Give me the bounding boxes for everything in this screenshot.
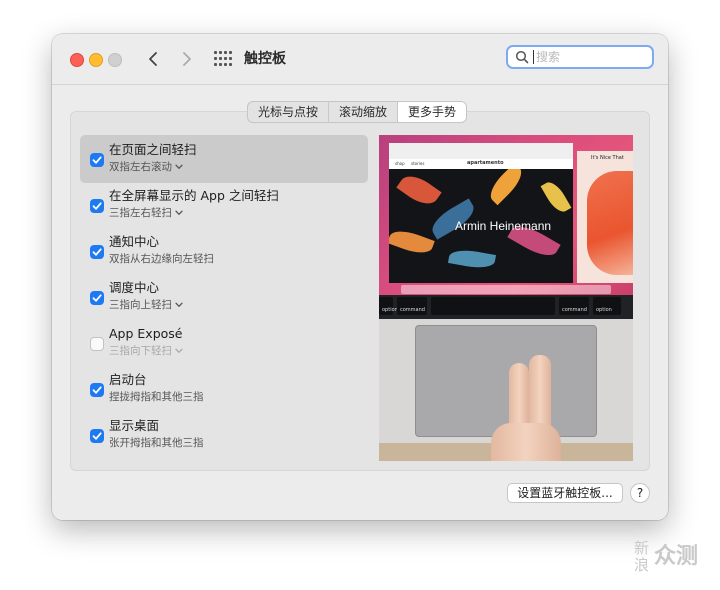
checkmark-icon <box>92 386 102 394</box>
gesture-name: 调度中心 <box>109 280 160 295</box>
trackpad-preferences-window: 触控板 搜索 在页面之间轻扫 双指左右滚动 在全屏幕显示的 App 之间轻扫 三指左右… <box>52 34 668 520</box>
gesture-name: 在全屏幕显示的 App 之间轻扫 <box>109 188 279 203</box>
key-command-left: command <box>397 297 427 315</box>
tab-bar: 光标与点按 滚动缩放 更多手势 <box>247 101 468 123</box>
gesture-checkbox[interactable] <box>90 383 104 397</box>
watermark-part2: 众测 <box>654 544 699 569</box>
set-up-bluetooth-trackpad-button[interactable]: 设置蓝牙触控板... <box>507 483 623 503</box>
key-command-right: command <box>559 297 589 315</box>
hero-artwork: Armin Heinemann <box>389 169 573 283</box>
checkmark-icon <box>92 156 102 164</box>
help-button[interactable]: ? <box>630 483 650 503</box>
gesture-detail: 捏拢拇指和其他三指 <box>109 391 204 403</box>
tab-point-click[interactable]: 光标与点按 <box>248 102 330 122</box>
checkmark-icon <box>92 432 102 440</box>
dock <box>401 285 611 294</box>
zoom-button[interactable] <box>108 53 122 67</box>
gesture-checkbox[interactable] <box>90 153 104 167</box>
search-icon <box>515 50 529 64</box>
gesture-detail: 双指左右滚动 <box>109 161 172 173</box>
gesture-option-popup[interactable]: 三指左右轻扫 <box>109 206 183 220</box>
gesture-option-popup[interactable]: 三指向下轻扫 <box>109 344 183 358</box>
gesture-row[interactable]: 在页面之间轻扫 双指左右滚动 <box>80 135 368 183</box>
tab-scroll-zoom[interactable]: 滚动缩放 <box>329 102 399 122</box>
gesture-detail: 双指从右边缘向左轻扫 <box>109 253 214 265</box>
gestures-panel: 在页面之间轻扫 双指左右滚动 在全屏幕显示的 App 之间轻扫 三指左右轻扫 通知中心双… <box>70 111 650 471</box>
side-page-title: It's Nice That <box>591 155 624 161</box>
gesture-detail: 张开拇指和其他三指 <box>109 437 204 449</box>
close-button[interactable] <box>70 53 84 67</box>
gesture-detail: 三指左右轻扫 <box>109 207 172 219</box>
window-title: 触控板 <box>244 51 286 67</box>
back-button[interactable] <box>144 48 164 70</box>
watermark-logo: 新浪 众测 <box>634 540 714 584</box>
hero-title: Armin Heinemann <box>455 219 552 233</box>
trackpad-illustration <box>415 325 597 437</box>
browser-toolbar <box>389 143 573 159</box>
gesture-detail: 三指向上轻扫 <box>109 299 172 311</box>
key-option-right: option <box>593 297 621 315</box>
checkmark-icon <box>92 294 102 302</box>
tab-more-gestures[interactable]: 更多手势 <box>398 102 467 122</box>
chevron-down-icon <box>175 206 183 220</box>
forward-button[interactable] <box>176 48 196 70</box>
show-all-grid-icon[interactable] <box>214 51 232 67</box>
preview-screen: shop stories apartamento Armin Heinemann <box>379 135 633 295</box>
title-bar: 触控板 搜索 <box>52 34 668 85</box>
gesture-row[interactable]: App Exposé 三指向下轻扫 <box>80 319 368 367</box>
gesture-description: 双指从右边缘向左轻扫 <box>109 252 214 266</box>
text-cursor <box>533 50 534 64</box>
site-nav-shop: shop <box>395 161 405 166</box>
gesture-name: 通知中心 <box>109 234 160 249</box>
site-name: apartamento <box>467 160 504 166</box>
gesture-detail: 三指向下轻扫 <box>109 345 172 357</box>
gesture-checkbox[interactable] <box>90 337 104 351</box>
checkmark-icon <box>92 202 102 210</box>
gesture-description: 张开拇指和其他三指 <box>109 436 204 450</box>
side-page: It's Nice That <box>577 151 633 283</box>
gesture-description: 捏拢拇指和其他三指 <box>109 390 204 404</box>
keyboard-row: option command command option <box>379 295 633 319</box>
gesture-checkbox[interactable] <box>90 429 104 443</box>
gesture-name: 在页面之间轻扫 <box>109 142 197 157</box>
chevron-down-icon <box>175 298 183 312</box>
gesture-option-popup[interactable]: 双指左右滚动 <box>109 160 183 174</box>
gesture-checkbox[interactable] <box>90 199 104 213</box>
gesture-name: 显示桌面 <box>109 418 160 433</box>
gesture-checkbox[interactable] <box>90 245 104 259</box>
gesture-row[interactable]: 显示桌面张开拇指和其他三指 <box>80 411 368 459</box>
gesture-name: 启动台 <box>109 372 147 387</box>
gesture-name: App Exposé <box>109 326 183 341</box>
watermark-part1: 新浪 <box>634 539 650 574</box>
checkmark-icon <box>92 248 102 256</box>
minimize-button[interactable] <box>89 53 103 67</box>
key-space <box>431 297 555 315</box>
chevron-left-icon <box>149 52 157 66</box>
search-field[interactable]: 搜索 <box>506 45 654 69</box>
preview-browser: shop stories apartamento Armin Heinemann <box>389 143 573 283</box>
laptop-body <box>379 319 633 461</box>
gesture-row[interactable]: 在全屏幕显示的 App 之间轻扫 三指左右轻扫 <box>80 181 368 229</box>
gesture-preview-video: shop stories apartamento Armin Heinemann <box>379 135 633 461</box>
gesture-checkbox[interactable] <box>90 291 104 305</box>
search-placeholder: 搜索 <box>536 50 561 64</box>
chevron-right-icon <box>183 52 191 66</box>
gesture-row[interactable]: 调度中心三指向上轻扫 <box>80 273 368 321</box>
gesture-row[interactable]: 启动台捏拢拇指和其他三指 <box>80 365 368 413</box>
chevron-down-icon <box>175 344 183 358</box>
gesture-row[interactable]: 通知中心双指从右边缘向左轻扫 <box>80 227 368 275</box>
key-option-left: option <box>379 297 398 315</box>
site-nav: shop stories apartamento <box>389 159 573 169</box>
chevron-down-icon <box>175 160 183 174</box>
gesture-option-popup[interactable]: 三指向上轻扫 <box>109 298 183 312</box>
site-nav-stories: stories <box>411 161 425 166</box>
